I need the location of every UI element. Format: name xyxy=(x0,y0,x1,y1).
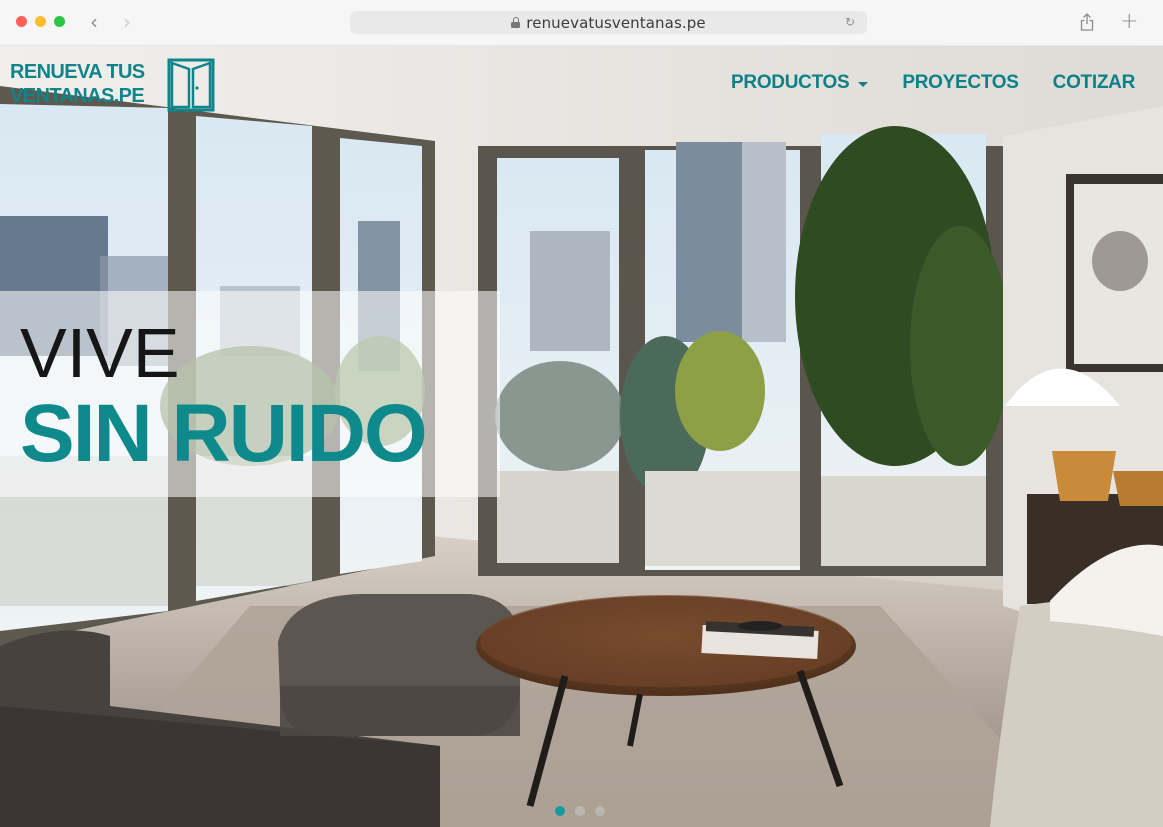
chevron-right-icon[interactable]: › xyxy=(117,10,137,34)
site-logo[interactable]: RENUEVA TUS VENTANAS.PE xyxy=(10,58,220,114)
carousel-dot-1[interactable] xyxy=(555,806,565,816)
double-door-icon xyxy=(167,58,215,112)
menu-cotizar-label: COTIZAR xyxy=(1052,72,1136,93)
hero-headline-line-1: VIVE xyxy=(20,314,180,392)
menu-proyectos[interactable]: PROYECTOS xyxy=(902,72,1019,94)
address-bar[interactable]: renuevatusventanas.pe ↻ xyxy=(350,11,867,34)
lock-icon xyxy=(511,17,521,28)
hero-headline-line-2: SIN RUIDO xyxy=(20,388,428,479)
menu-productos-label: PRODUCTOS xyxy=(731,72,850,93)
plus-icon[interactable]: + xyxy=(1120,8,1138,36)
main-menu: PRODUCTOS PROYECTOS COTIZAR xyxy=(697,72,1135,94)
reload-icon[interactable]: ↻ xyxy=(845,14,855,31)
close-window-button[interactable] xyxy=(16,16,27,27)
carousel-dot-2[interactable] xyxy=(575,806,585,816)
window-controls xyxy=(16,16,65,27)
share-icon[interactable] xyxy=(1080,13,1094,31)
menu-cotizar[interactable]: COTIZAR xyxy=(1052,72,1136,94)
browser-toolbar: ‹ › renuevatusventanas.pe ↻ + xyxy=(0,0,1163,46)
url-text: renuevatusventanas.pe xyxy=(526,13,706,32)
zoom-window-button[interactable] xyxy=(54,16,65,27)
menu-productos[interactable]: PRODUCTOS xyxy=(731,72,869,94)
carousel-dot-3[interactable] xyxy=(595,806,605,816)
carousel-dots xyxy=(555,806,605,816)
caret-down-icon xyxy=(858,81,869,87)
hero-section: RENUEVA TUS VENTANAS.PE PRODUCTOS PROYEC… xyxy=(0,46,1163,827)
chevron-left-icon[interactable]: ‹ xyxy=(84,10,104,34)
logo-line-2: VENTANAS.PE xyxy=(10,85,145,107)
menu-proyectos-label: PROYECTOS xyxy=(902,72,1019,93)
minimize-window-button[interactable] xyxy=(35,16,46,27)
logo-line-1: RENUEVA TUS xyxy=(10,61,145,83)
